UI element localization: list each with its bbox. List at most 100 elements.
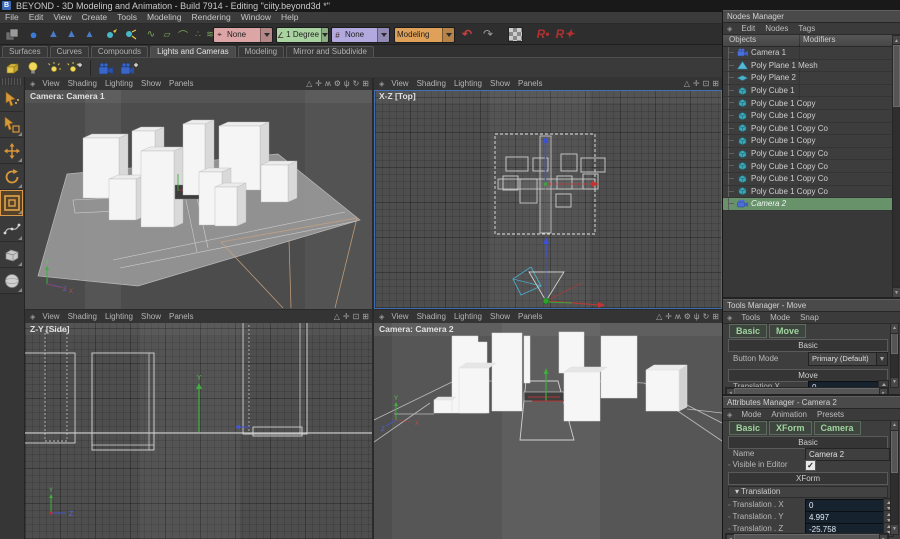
nodes-manager-title[interactable]: Nodes Manager xyxy=(723,10,900,23)
settings-icon[interactable]: ⚙ xyxy=(334,77,341,90)
bulb-light-icon[interactable] xyxy=(26,61,41,75)
toolbar-grip[interactable] xyxy=(2,78,22,85)
vp-menu-view[interactable]: View xyxy=(387,310,412,323)
vp-menu-show[interactable]: Show xyxy=(137,310,165,323)
vp-menu-show[interactable]: Show xyxy=(486,310,514,323)
column-modifiers[interactable]: Modifiers xyxy=(803,35,835,44)
light-icon[interactable] xyxy=(103,26,120,42)
node-row-poly-cube-1[interactable]: Poly Cube 1 xyxy=(723,85,900,98)
tab-basic[interactable]: Basic xyxy=(729,324,767,338)
vp-menu-view[interactable]: View xyxy=(38,77,63,90)
select-object-tool[interactable] xyxy=(0,112,23,138)
scroll-up-icon[interactable]: ▲ xyxy=(890,323,899,334)
menu-rendering[interactable]: Rendering xyxy=(187,12,236,23)
tab-surfaces[interactable]: Surfaces xyxy=(2,46,48,57)
node-row-poly-cube-1-copy-co[interactable]: Poly Cube 1 Copy Co xyxy=(723,173,900,186)
tab-mirror-and-subdivide[interactable]: Mirror and Subdivide xyxy=(286,46,374,57)
scale-tool[interactable] xyxy=(0,190,23,216)
panel-menu-edit[interactable]: Edit xyxy=(736,23,760,34)
tab-modeling[interactable]: Modeling xyxy=(238,46,284,57)
frame-icon[interactable]: ⊡ xyxy=(353,310,360,323)
dropdown-arrow-icon[interactable] xyxy=(260,28,272,42)
vp-menu-lighting[interactable]: Lighting xyxy=(101,77,137,90)
tab-move[interactable]: Move xyxy=(769,324,806,338)
wireframe-icon[interactable]: ʍ xyxy=(325,77,331,90)
tab-lights-and-cameras[interactable]: Lights and Cameras xyxy=(150,46,236,57)
warning-icon[interactable]: △ xyxy=(334,310,340,323)
scroll-right-icon[interactable]: ► xyxy=(879,534,888,539)
vp-menu-panels[interactable]: Panels xyxy=(165,77,197,90)
attributes-manager-title[interactable]: Attributes Manager - Camera 2 xyxy=(723,396,900,409)
panel-menu-icon[interactable]: ◈ xyxy=(723,25,736,33)
tab-basic[interactable]: Basic xyxy=(729,421,767,435)
panel-menu-mode[interactable]: Mode xyxy=(765,312,795,323)
node-row-camera-1[interactable]: Camera 1 xyxy=(723,47,900,60)
vp-menu-shading[interactable]: Shading xyxy=(413,77,450,90)
y-axis-manipulator[interactable]: Y xyxy=(196,375,202,432)
translation-group-header[interactable]: ▾ Translation xyxy=(728,486,888,498)
vp-menu-lighting[interactable]: Lighting xyxy=(450,77,486,90)
node-row-poly-plane-1-mesh[interactable]: Poly Plane 1 Mesh xyxy=(723,60,900,73)
tab-compounds[interactable]: Compounds xyxy=(91,46,148,57)
panel-menu-nodes[interactable]: Nodes xyxy=(760,23,793,34)
wave-tool-icon[interactable]: ⌒ xyxy=(176,26,190,42)
tab-camera[interactable]: Camera xyxy=(814,421,861,435)
vp-menu-shading[interactable]: Shading xyxy=(413,310,450,323)
anim-channel-icon[interactable]: ◦ xyxy=(728,526,730,533)
vp-menu-panels[interactable]: Panels xyxy=(514,310,546,323)
panel-menu-mode[interactable]: Mode xyxy=(736,409,766,420)
panel-menu-animation[interactable]: Animation xyxy=(766,409,812,420)
pan-icon[interactable]: ✛ xyxy=(665,310,672,323)
rotate-tool[interactable] xyxy=(0,164,23,190)
anim-channel-icon[interactable]: ◦ xyxy=(728,514,730,521)
node-row-poly-cube-1-copy-co[interactable]: Poly Cube 1 Copy Co xyxy=(723,186,900,199)
pan-icon[interactable]: ✛ xyxy=(693,77,700,90)
dropdown-arrow-icon[interactable] xyxy=(442,28,454,42)
vp-menu-show[interactable]: Show xyxy=(137,77,165,90)
scroll-thumb[interactable] xyxy=(893,45,900,107)
node-row-poly-plane-2[interactable]: Poly Plane 2 xyxy=(723,72,900,85)
vp-menu-view[interactable]: View xyxy=(387,77,412,90)
warning-icon[interactable]: △ xyxy=(306,77,312,90)
pan-icon[interactable]: ✛ xyxy=(343,310,350,323)
vp-menu-lighting[interactable]: Lighting xyxy=(450,310,486,323)
antenna-icon[interactable]: ψ xyxy=(694,310,700,323)
button-mode-dropdown[interactable]: Primary (Default) xyxy=(808,352,888,366)
tab-curves[interactable]: Curves xyxy=(50,46,89,57)
node-row-poly-cube-1-copy-co[interactable]: Poly Cube 1 Copy Co xyxy=(723,148,900,161)
plane-tool-icon[interactable]: ▱ xyxy=(160,26,174,42)
layout-stack-icon[interactable] xyxy=(3,26,20,42)
toolbar-dropdown-none[interactable]: #None xyxy=(331,27,390,43)
layout-icon[interactable]: ⊞ xyxy=(362,77,369,90)
render-icon[interactable]: R• xyxy=(534,26,552,42)
add-light-icon[interactable] xyxy=(66,61,83,75)
nodes-scrollbar[interactable] xyxy=(892,44,900,289)
vp-menu-shading[interactable]: Shading xyxy=(64,310,101,323)
column-objects[interactable]: Objects xyxy=(729,35,756,44)
point-light-icon[interactable] xyxy=(46,61,61,75)
menu-modeling[interactable]: Modeling xyxy=(142,12,187,23)
light-target-icon[interactable] xyxy=(121,26,138,42)
panel-menu-tags[interactable]: Tags xyxy=(793,23,820,34)
refresh-icon[interactable]: ↻ xyxy=(353,77,360,90)
menu-tools[interactable]: Tools xyxy=(112,12,142,23)
camera-icon[interactable] xyxy=(98,62,115,75)
layout-icon[interactable]: ⊞ xyxy=(362,310,369,323)
menu-create[interactable]: Create xyxy=(77,12,113,23)
warning-icon[interactable]: △ xyxy=(656,310,662,323)
panel-menu-icon[interactable]: ◈ xyxy=(723,411,736,419)
undo-icon[interactable]: ↶ xyxy=(458,26,476,42)
layout-icon[interactable]: ⊞ xyxy=(712,77,719,90)
refresh-icon[interactable]: ↻ xyxy=(703,310,710,323)
vp-menu-panels[interactable]: Panels xyxy=(514,77,546,90)
pan-icon[interactable]: ✛ xyxy=(315,77,322,90)
viewport-menu-icon[interactable]: ◈ xyxy=(27,313,38,321)
menu-view[interactable]: View xyxy=(48,12,76,23)
area-light-icon[interactable] xyxy=(4,61,21,75)
cone-primitive-icon[interactable]: ▲ xyxy=(45,26,62,42)
menu-file[interactable]: File xyxy=(0,12,24,23)
viewport-menu-icon[interactable]: ◈ xyxy=(27,80,38,88)
toolbar-dropdown-modeling[interactable]: Modeling xyxy=(394,27,455,43)
viewport-canvas[interactable]: Y Y Z xyxy=(25,323,372,539)
curve-tool-icon[interactable]: ∿ xyxy=(144,26,158,42)
